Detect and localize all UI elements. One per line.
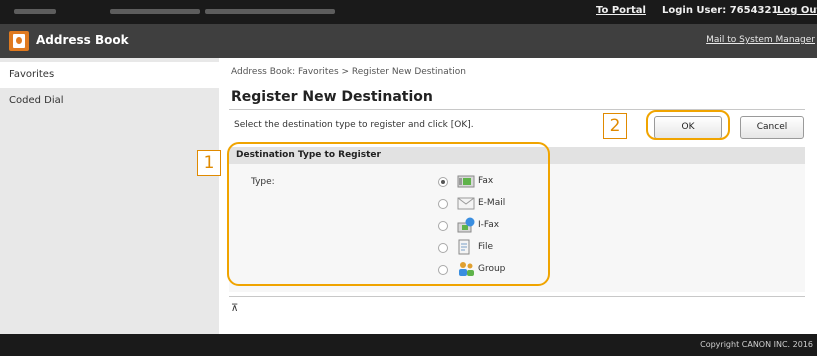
app-title: Address Book [36,33,129,47]
instruction-text: Select the destination type to register … [234,120,474,130]
sidebar: Favorites Coded Dial [0,58,219,334]
ok-highlight [646,110,730,140]
redacted-text [205,9,335,14]
logout-link[interactable]: Log Out [777,5,817,16]
sidebar-item-coded-dial[interactable]: Coded Dial [0,88,219,114]
redacted-text [14,9,56,14]
mail-to-system-manager-link[interactable]: Mail to System Manager [706,35,815,45]
to-portal-link[interactable]: To Portal [596,5,646,16]
divider [229,296,805,297]
destination-type-highlight [227,142,550,286]
page-title: Register New Destination [231,89,433,105]
callout-number-1: 1 [197,150,221,176]
back-to-top-icon[interactable]: ⊼ [231,303,238,314]
address-book-icon [9,31,29,51]
callout-number-2: 2 [603,113,627,139]
sidebar-item-favorites[interactable]: Favorites [0,62,219,88]
breadcrumb: Address Book: Favorites > Register New D… [231,67,466,77]
login-user-label: Login User: 7654321 [662,5,779,16]
app-header: Address Book Mail to System Manager [0,24,817,58]
footer: Copyright CANON INC. 2016 [0,334,817,356]
top-bar: To Portal Login User: 7654321 Log Out [0,0,817,24]
cancel-button[interactable]: Cancel [740,116,804,139]
redacted-text [110,9,200,14]
copyright-text: Copyright CANON INC. 2016 [700,340,813,349]
